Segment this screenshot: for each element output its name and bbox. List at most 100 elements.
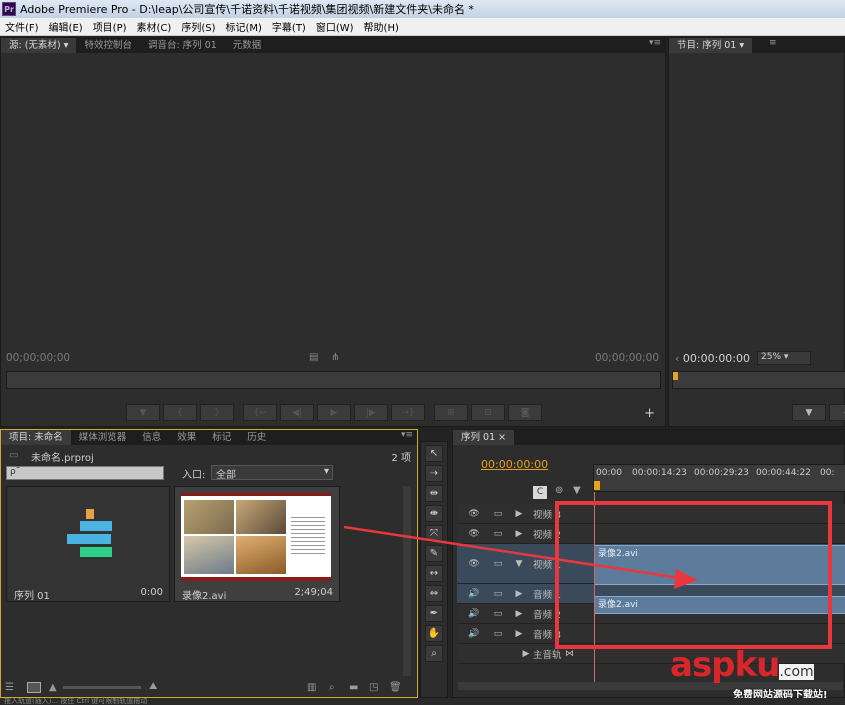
settings-icon[interactable]: ⋔ (331, 352, 339, 363)
program-time-ruler[interactable] (672, 371, 845, 389)
project-panel: 项目: 未命名 媒体浏览器 信息 效果 标记 历史 ▾≡ ▭ 未命名.prpro… (0, 429, 418, 698)
project-file-name: 未命名.prproj (31, 453, 94, 464)
add-marker-icon[interactable]: ▼ (573, 485, 581, 496)
source-time-ruler[interactable] (6, 371, 661, 389)
marker-button[interactable]: ▼ (126, 404, 160, 421)
tools-panel: ↖ ⇢ ⇹ ⇼ ⤧ ✎ ↔ ⇔ ✒ ✋ ⌕ (420, 441, 448, 698)
play-button[interactable]: ▶ (317, 404, 351, 421)
slide-tool-icon[interactable]: ⇔ (425, 585, 443, 602)
find-icon[interactable]: ⌕ (329, 682, 335, 693)
mark-out-button[interactable]: } (200, 404, 234, 421)
photo (236, 536, 286, 574)
camera-icon[interactable]: ◙ (508, 404, 542, 421)
step-back-button[interactable]: ◀| (280, 404, 314, 421)
menu-edit[interactable]: 编辑(E) (44, 19, 88, 34)
ruler-label: 00:00:14:23 (632, 468, 687, 478)
menu-clip[interactable]: 素材(C) (132, 19, 177, 34)
razor-tool-icon[interactable]: ✎ (425, 545, 443, 562)
overwrite-button[interactable]: ⊟ (471, 404, 505, 421)
title-bar: Pr Adobe Premiere Pro - D:\leap\公司宣传\千诺资… (0, 0, 845, 18)
icon-view-icon[interactable] (27, 682, 41, 693)
list-view-icon[interactable]: ☰ (5, 682, 14, 693)
project-tab-bar: 项目: 未命名 媒体浏览器 信息 效果 标记 历史 ▾≡ (1, 430, 417, 445)
new-item-icon[interactable]: ◳ (369, 682, 378, 693)
pen-tool-icon[interactable]: ✒ (425, 605, 443, 622)
ruler-label: 00:00:29:23 (694, 468, 749, 478)
tab-project[interactable]: 项目: 未命名 (1, 430, 71, 445)
tab-info[interactable]: 信息 (134, 430, 169, 445)
mark-in-button[interactable]: { (163, 404, 197, 421)
zoom-select[interactable]: 25% ▾ (757, 351, 811, 365)
item-duration: 0:00 (140, 587, 163, 598)
go-to-in-button[interactable]: {← (243, 404, 277, 421)
clip-thumbnail (181, 493, 331, 581)
tab-media-browser[interactable]: 媒体浏览器 (71, 430, 135, 445)
tab-source[interactable]: 源: (无素材) ▾ (1, 38, 77, 53)
add-button-icon[interactable]: + (644, 406, 655, 421)
source-timecode-left[interactable]: 00;00;00;00 (6, 352, 70, 364)
ruler-label: 00:00 (596, 468, 622, 478)
tab-effect-controls[interactable]: 特效控制台 (76, 38, 140, 53)
link-icon[interactable]: ⊚ (555, 485, 563, 496)
zoom-slider[interactable] (63, 686, 141, 689)
hand-tool-icon[interactable]: ✋ (425, 625, 443, 642)
step-forward-button[interactable]: |▶ (354, 404, 388, 421)
menu-project[interactable]: 项目(P) (88, 19, 132, 34)
menu-file[interactable]: 文件(F) (0, 19, 44, 34)
go-to-out-button[interactable]: →} (391, 404, 425, 421)
selection-tool-icon[interactable]: ↖ (425, 445, 443, 462)
menu-bar: 文件(F) 编辑(E) 项目(P) 素材(C) 序列(S) 标记(M) 字幕(T… (0, 18, 845, 36)
photo (236, 500, 286, 534)
tab-audio-mixer[interactable]: 调音台: 序列 01 (140, 38, 225, 53)
tab-metadata[interactable]: 元数据 (225, 38, 270, 53)
sequence-icon-bar (80, 547, 112, 557)
zoom-tool-icon[interactable]: ⌕ (425, 645, 443, 662)
playhead[interactable] (594, 481, 600, 490)
ruler-label: 00:00:44:22 (756, 468, 811, 478)
project-item-sequence[interactable]: 序列 01 0:00 (6, 486, 170, 602)
panel-menu-icon[interactable]: ≡ (769, 38, 777, 48)
tab-effects[interactable]: 效果 (169, 430, 204, 445)
menu-sequence[interactable]: 序列(S) (176, 19, 220, 34)
menu-help[interactable]: 帮助(H) (359, 19, 404, 34)
sequence-icon-bar (67, 534, 111, 544)
slip-tool-icon[interactable]: ↔ (425, 565, 443, 582)
panel-menu-icon[interactable]: ▾≡ (401, 430, 413, 440)
program-mark-in-button[interactable]: { (829, 404, 845, 421)
program-panel: 节目: 序列 01 ▾ ≡ ‹ 00:00:00:00 25% ▾ ▼ { (668, 37, 845, 427)
snap-icon[interactable]: C (533, 486, 547, 499)
project-item-clip[interactable]: 录像2.avi 2;49;04 (174, 486, 340, 602)
project-scrollbar[interactable] (403, 486, 411, 676)
insert-button[interactable]: ⊞ (434, 404, 468, 421)
trash-icon[interactable]: 🗑 (389, 682, 402, 693)
automate-icon[interactable]: ▥ (307, 682, 316, 693)
search-input[interactable]: ρ˜ (6, 466, 164, 480)
rate-stretch-tool-icon[interactable]: ⤧ (425, 525, 443, 542)
tab-history[interactable]: 历史 (239, 430, 274, 445)
timeline-tab-bar: 序列 01 × (453, 430, 844, 445)
tab-program[interactable]: 节目: 序列 01 ▾ (669, 38, 753, 53)
rolling-edit-tool-icon[interactable]: ⇼ (425, 505, 443, 522)
playhead-marker[interactable] (673, 372, 678, 380)
program-timecode[interactable]: ‹ 00:00:00:00 (675, 352, 750, 365)
panel-menu-icon[interactable]: ▾≡ (649, 38, 661, 48)
program-marker-button[interactable]: ▼ (792, 404, 826, 421)
track-select-tool-icon[interactable]: ⇢ (425, 465, 443, 482)
tab-sequence[interactable]: 序列 01 × (453, 430, 515, 445)
zoom-in-icon[interactable]: ⛰ (149, 681, 157, 692)
entry-select[interactable]: 全部 ▾ (211, 465, 333, 481)
zoom-out-icon[interactable]: ▲ (49, 682, 57, 693)
film-icon[interactable]: ▤ (309, 352, 318, 363)
source-timecode-right[interactable]: 00;00;00;00 (595, 352, 659, 364)
item-name: 序列 01 (14, 591, 50, 602)
timeline-timecode[interactable]: 00:00:00:00 (481, 458, 548, 471)
menu-marker[interactable]: 标记(M) (220, 19, 266, 34)
ripple-edit-tool-icon[interactable]: ⇹ (425, 485, 443, 502)
timeline-ruler[interactable]: 00:00 00:00:14:23 00:00:29:23 00:00:44:2… (593, 464, 845, 492)
menu-window[interactable]: 窗口(W) (311, 19, 359, 34)
photo (184, 500, 234, 534)
new-bin-icon[interactable]: ▬ (349, 682, 358, 693)
tab-markers[interactable]: 标记 (204, 430, 239, 445)
menu-title[interactable]: 字幕(T) (267, 19, 311, 34)
status-bar: 拖入轨道(插入)... 按住 Ctrl 键可限制轨道拖动 (0, 698, 845, 705)
